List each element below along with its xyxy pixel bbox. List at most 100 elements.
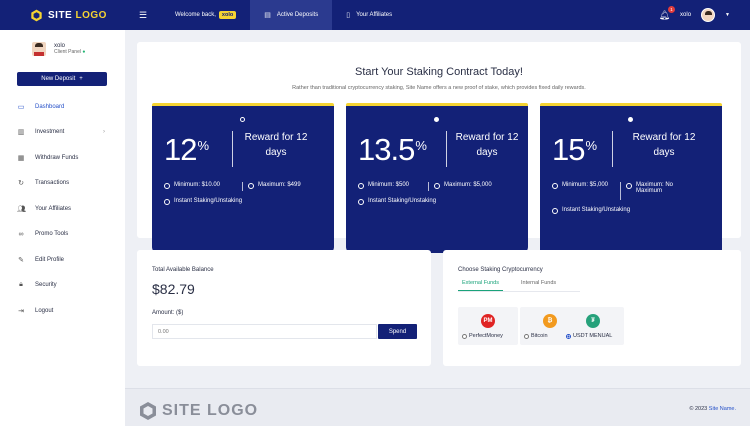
spend-button[interactable]: Spend (378, 324, 417, 339)
balance-value: $82.79 (152, 281, 195, 297)
online-dot-icon: ● (82, 49, 86, 55)
crypto-card: Choose Staking Cryptocurrency External F… (443, 250, 741, 366)
check-circle-icon (358, 198, 364, 205)
coin-option-perfectmoney[interactable]: PM PerfectMoney (458, 307, 518, 345)
plan-rate: 13.5% (358, 132, 427, 167)
chart-icon: ▥ (17, 129, 25, 137)
radio-bitcoin[interactable] (524, 333, 529, 339)
plan-minimum: Minimum: $5,000 (552, 182, 612, 189)
plan-indicator (434, 117, 439, 122)
sidebar-item-security[interactable]: 🔒︎ Security (0, 273, 125, 299)
check-circle-icon (552, 207, 558, 214)
plan-card[interactable]: 15% Reward for 12 days Minimum: $5,000 M… (540, 103, 722, 269)
tether-icon: ₮ (586, 314, 600, 328)
amount-input[interactable]: 0.00 (152, 324, 377, 339)
plan-minimum: Minimum: $10.00 (164, 182, 220, 189)
logout-icon: ⇥ (18, 307, 24, 315)
history-icon: ↻ (18, 180, 24, 188)
sidebar-item-label: Promo Tools (35, 231, 69, 238)
logo-icon (140, 402, 156, 420)
sidebar-item-label: Withdraw Funds (35, 154, 79, 161)
plan-maximum: Maximum: $5,000 (434, 182, 492, 189)
topnav-label: Your Affiliates (356, 12, 393, 18)
feature-divider (242, 182, 243, 191)
tab-external-funds[interactable]: External Funds (458, 280, 503, 291)
feature-divider (428, 182, 429, 191)
copyright: © 2023 Site Name. (689, 406, 736, 412)
topnav-your-affiliates[interactable]: ▯ Your Affiliates (332, 0, 406, 30)
coin-label: Bitcoin (531, 333, 548, 339)
notification-count: 1 (668, 5, 676, 13)
link-icon: ∞ (18, 230, 24, 238)
sidebar-item-label: Investment (35, 129, 65, 136)
staking-title: Start Your Staking Contract Today! (355, 66, 523, 78)
sidebar-item-label: Your Affiliates (35, 205, 72, 212)
radio-perfectmoney[interactable] (462, 333, 467, 339)
coin-option-usdt[interactable]: ₮ USDT MENUAL (562, 307, 624, 345)
welcome-text: Welcome back, (175, 12, 216, 18)
site-name-link[interactable]: Site Name. (709, 406, 736, 412)
plan-feature: Instant Staking/Unstaking (164, 198, 242, 205)
sidebar-item-dashboard[interactable]: ▭ Dashboard (0, 94, 125, 120)
bell-icon[interactable]: 🔔︎ 1 (659, 5, 676, 21)
footer-logo[interactable]: SITE LOGO (138, 401, 258, 421)
sidebar-item-transactions[interactable]: ↻ Transactions (0, 171, 125, 197)
top-bar: SITE LOGO ☰ Welcome back, xolo ▤ Active … (0, 0, 750, 30)
sidebar: xolo Client Panel ● New Deposit + ▭ Dashbo… (0, 30, 125, 426)
sidebar-item-logout[interactable]: ⇥ Logout (0, 298, 125, 324)
staking-card: Start Your Staking Contract Today! Rathe… (137, 42, 741, 269)
welcome-user-badge: xolo (218, 11, 237, 19)
new-deposit-button[interactable]: New Deposit + (17, 72, 107, 86)
plan-card[interactable]: 13.5% Reward for 12 days Minimum: $500 M… (346, 103, 528, 253)
sidebar-item-investment[interactable]: ▥ Investment › (0, 120, 125, 146)
sidebar-item-promo-tools[interactable]: ∞ Promo Tools (0, 222, 125, 248)
sidebar-item-edit-profile[interactable]: ✎ Edit Profile (0, 247, 125, 273)
plan-reward: Reward for 12 days (244, 132, 308, 158)
tabs-underline (458, 291, 580, 292)
username[interactable]: xolo (680, 12, 691, 18)
staking-subtitle: Rather than traditional cryptocurrency s… (292, 85, 586, 91)
plan-indicator (628, 117, 633, 122)
plan-card[interactable]: 12% Reward for 12 days Minimum: $10.00 M… (152, 103, 334, 253)
plan-minimum: Minimum: $500 (358, 182, 409, 189)
crypto-title: Choose Staking Cryptocurrency (458, 267, 543, 273)
plan-indicator (240, 117, 245, 122)
sidebar-item-label: Logout (35, 307, 54, 314)
funds-tabs: External Funds Internal Funds (458, 280, 560, 291)
footer: SITE LOGO © 2023 Site Name. (125, 388, 750, 426)
plan-reward: Reward for 12 days (632, 132, 696, 158)
user-avatar[interactable] (701, 8, 716, 22)
lock-icon: 🔒︎ (19, 281, 23, 289)
tab-internal-funds[interactable]: Internal Funds (517, 280, 560, 291)
sidebar-item-label: Transactions (35, 180, 70, 187)
document-icon: ▯ (346, 12, 351, 19)
coin-label: USDT MENUAL (573, 333, 613, 339)
feature-divider (620, 182, 621, 200)
plan-maximum: Maximum: No Maximum (626, 182, 696, 194)
plan-rate: 12% (164, 132, 209, 167)
check-circle-icon (626, 182, 632, 189)
check-circle-icon (434, 182, 440, 189)
sidebar-item-your-affiliates[interactable]: 👥︎ Your Affiliates (0, 196, 125, 222)
chevron-down-icon[interactable]: ▼ (725, 12, 730, 18)
user-area: 🔔︎ 1 xolo ▼ (659, 0, 730, 30)
balance-card: Total Available Balance $82.79 Amount: (… (137, 250, 431, 366)
sidebar-item-withdraw-funds[interactable]: ▦ Withdraw Funds (0, 145, 125, 171)
bitcoin-icon: ₿ (543, 314, 557, 328)
plan-feature: Instant Staking/Unstaking (552, 207, 630, 214)
avatar (32, 42, 46, 56)
site-logo[interactable]: SITE LOGO (0, 0, 125, 30)
monitor-icon: ▭ (17, 103, 25, 111)
sidebar-item-label: Edit Profile (35, 256, 65, 263)
menu-toggle-icon[interactable]: ☰ (139, 10, 153, 20)
sidebar-nav: ▭ Dashboard ▥ Investment › ▦ Withdraw Funds … (0, 94, 125, 324)
topnav-active-deposits[interactable]: ▤ Active Deposits (250, 0, 333, 30)
plus-icon: + (79, 76, 83, 82)
check-circle-icon (164, 198, 170, 205)
radio-usdt[interactable] (566, 333, 571, 339)
plan-divider (612, 131, 613, 167)
plan-rate: 15% (552, 132, 597, 167)
edit-icon: ✎ (18, 256, 24, 264)
plan-maximum: Maximum: $499 (248, 182, 301, 189)
plan-feature: Instant Staking/Unstaking (358, 198, 436, 205)
